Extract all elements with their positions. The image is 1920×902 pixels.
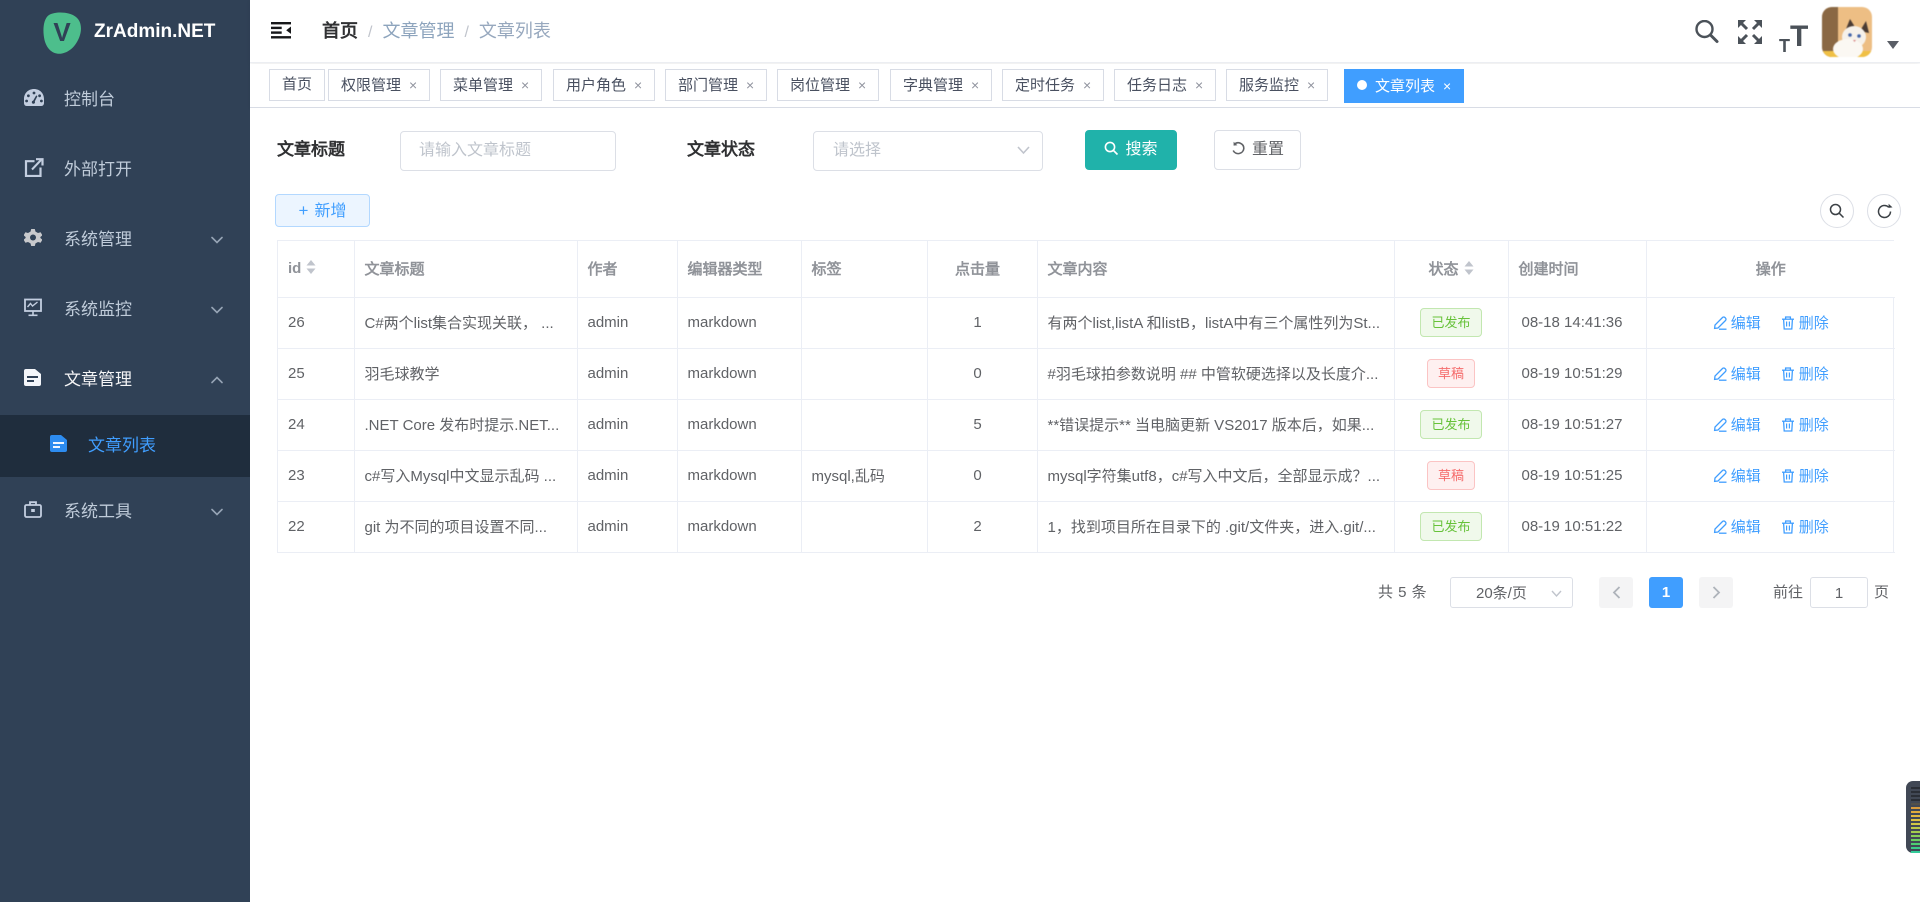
svg-text:V: V [53, 17, 71, 47]
